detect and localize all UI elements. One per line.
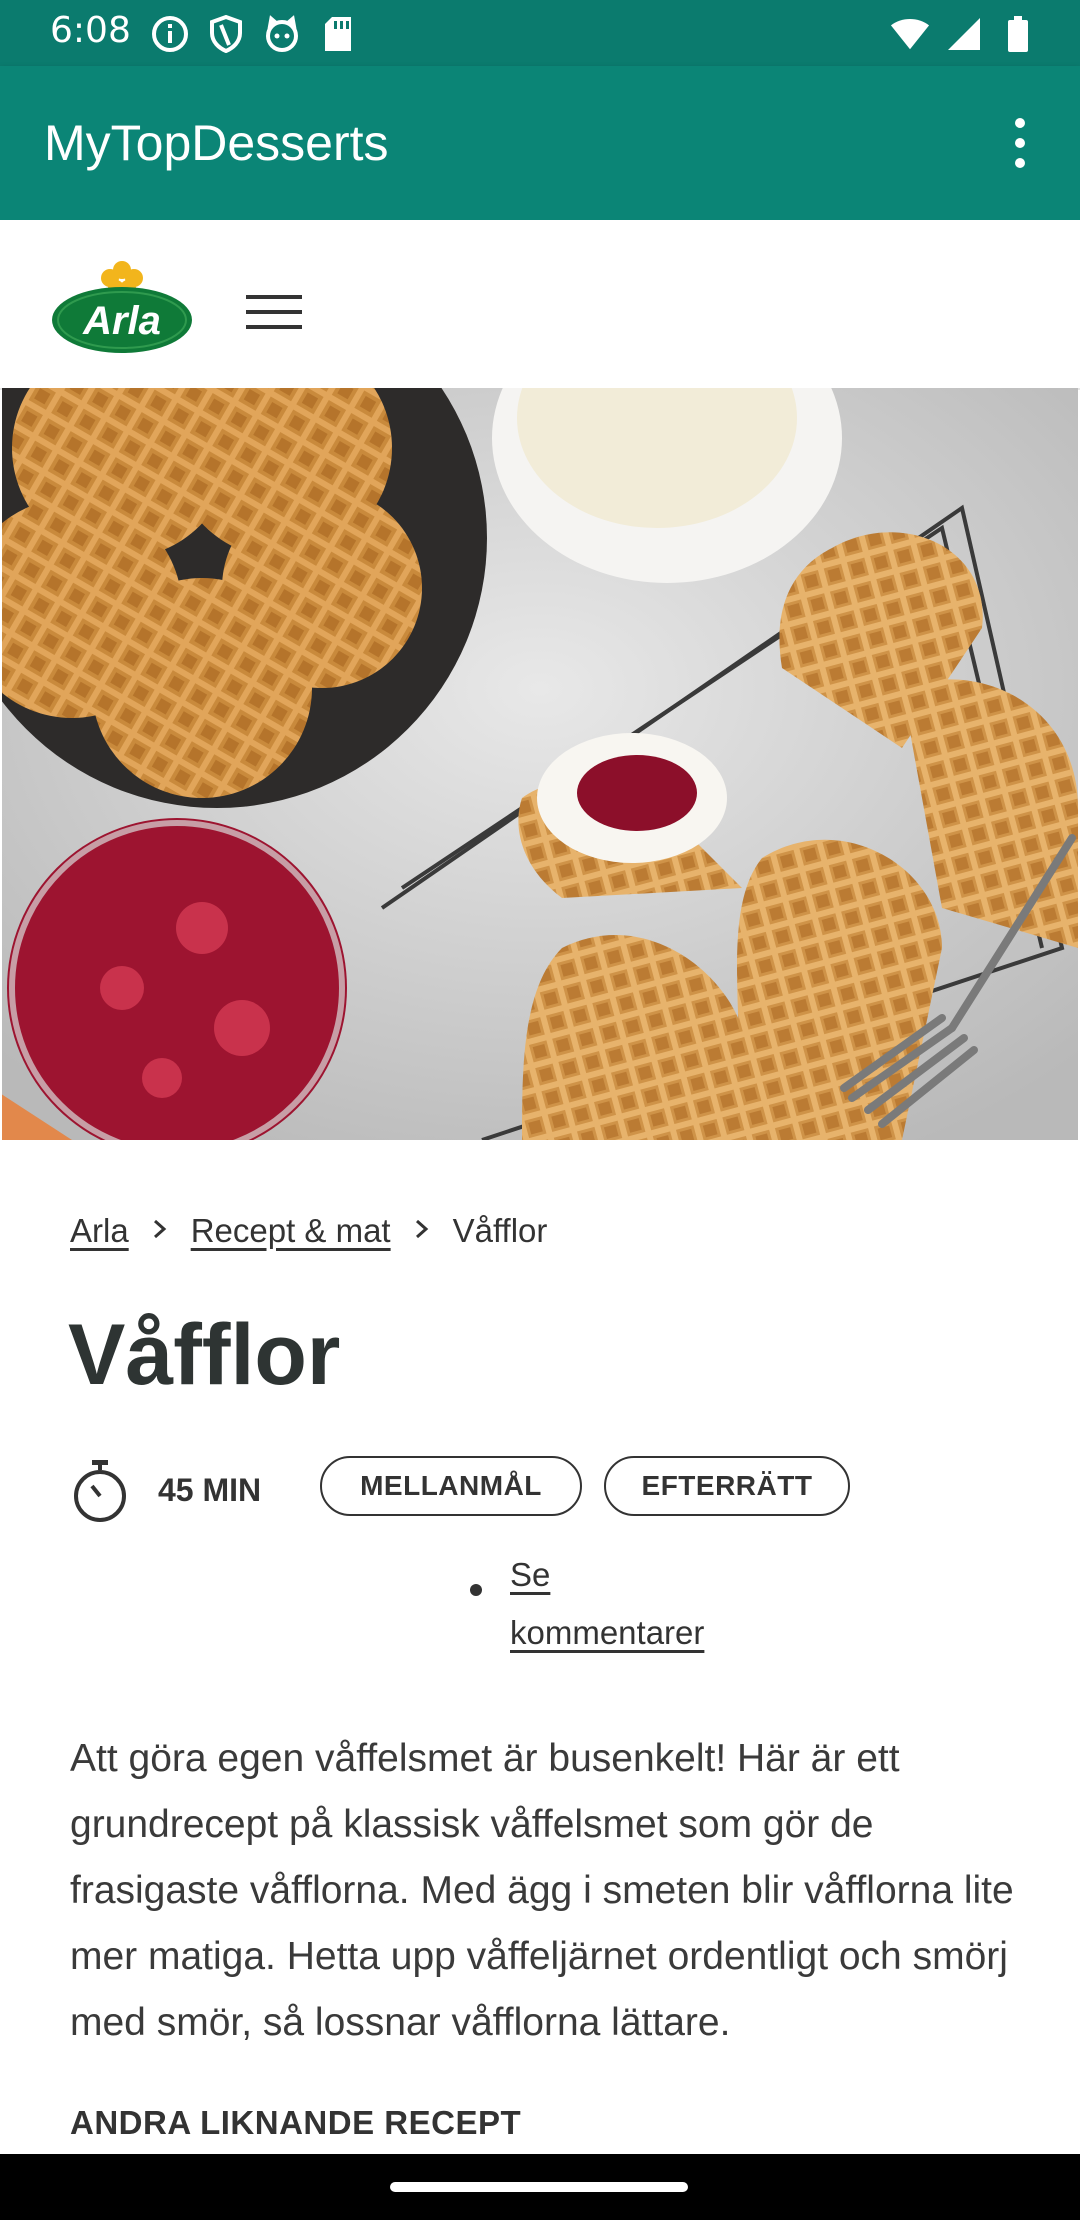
status-icons-right — [890, 14, 1038, 54]
breadcrumb-item-current: Våfflor — [452, 1212, 548, 1249]
see-comments-line1: Se — [510, 1556, 551, 1593]
sd-card-icon — [318, 14, 358, 54]
breadcrumb-item-arla[interactable]: Arla — [70, 1212, 129, 1250]
system-nav-bar — [0, 2154, 1080, 2220]
hero-image — [2, 388, 1078, 1140]
stopwatch-icon — [70, 1458, 130, 1522]
info-icon — [150, 14, 190, 54]
cat-icon — [262, 14, 302, 54]
see-comments-link[interactable]: Se kommentarer — [510, 1546, 770, 1662]
waffles-photo — [2, 388, 1078, 1140]
app-bar: MyTopDesserts — [0, 66, 1080, 220]
chevron-right-icon — [413, 1214, 431, 1248]
status-icons-left — [150, 14, 358, 54]
home-gesture-handle[interactable] — [390, 2182, 688, 2192]
arla-logo[interactable]: Arla — [50, 256, 194, 356]
similar-recipes-heading: ANDRA LIKNANDE RECEPT — [70, 2104, 522, 2141]
status-time: 6:08 — [50, 10, 131, 51]
svg-text:Arla: Arla — [82, 299, 161, 343]
app-title: MyTopDesserts — [44, 115, 389, 171]
bullet-icon — [470, 1584, 482, 1596]
wifi-icon — [890, 14, 930, 54]
battery-icon — [998, 14, 1038, 54]
chevron-right-icon — [151, 1214, 169, 1248]
see-comments-line2: kommentarer — [510, 1614, 705, 1651]
more-vert-icon[interactable] — [990, 108, 1050, 178]
hamburger-icon[interactable] — [246, 282, 310, 342]
breadcrumb-item-recept-mat[interactable]: Recept & mat — [191, 1212, 391, 1250]
site-header: Arla — [0, 220, 1080, 390]
signal-icon — [944, 14, 984, 54]
status-bar: 6:08 — [0, 0, 1080, 66]
tag-mellanmal[interactable]: MELLANMÅL — [320, 1456, 582, 1516]
page-title: Våfflor — [68, 1307, 341, 1403]
cook-time: 45 MIN — [158, 1472, 262, 1508]
recipe-meta: 45 MIN MELLANMÅL EFTERRÄTT — [70, 1456, 1030, 1536]
shield-icon — [206, 14, 246, 54]
breadcrumb: Arla Recept & mat Våfflor — [70, 1212, 547, 1250]
recipe-intro: Att göra egen våffelsmet är busenkelt! H… — [70, 1737, 1014, 2044]
tag-efterratt[interactable]: EFTERRÄTT — [604, 1456, 850, 1516]
